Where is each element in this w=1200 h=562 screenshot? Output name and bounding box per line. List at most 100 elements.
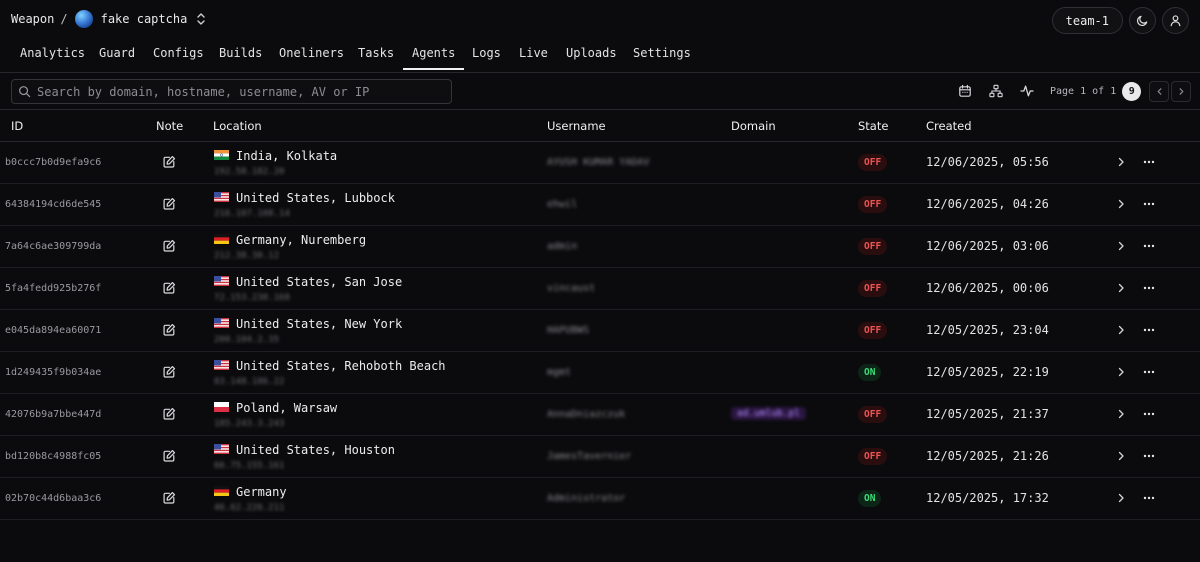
more-options-icon[interactable] [1142, 198, 1156, 210]
tab-live[interactable]: Live [519, 46, 548, 70]
chevron-right-icon[interactable] [1115, 282, 1127, 294]
chevron-up-down-icon[interactable] [195, 12, 207, 26]
agent-id: bd120b8c4988fc05 [5, 451, 102, 462]
column-header-id[interactable]: ID [11, 119, 23, 133]
page-indicator: Page 1 of 1 [1050, 86, 1117, 97]
chevron-right-icon[interactable] [1115, 450, 1127, 462]
breadcrumb-org[interactable]: Weapon [11, 12, 54, 26]
calendar-icon [958, 84, 971, 97]
chevron-right-icon[interactable] [1115, 408, 1127, 420]
table-row[interactable]: 02b70c44d6baa3c6 Germany 46.62.226.211 Admi… [0, 478, 1200, 520]
agent-created: 12/05/2025, 21:37 [926, 407, 1049, 421]
state-badge: OFF [858, 406, 888, 423]
agents-table-body: b0ccc7b0d9efa9c6 India, Kolkata 192.58.182… [0, 142, 1200, 520]
chevron-right-icon[interactable] [1115, 156, 1127, 168]
pagination: Page 1 of 1 9 [1050, 81, 1192, 102]
tab-tasks[interactable]: Tasks [358, 46, 394, 70]
country-flag-icon [214, 234, 229, 244]
state-badge: OFF [858, 322, 888, 339]
more-options-icon[interactable] [1142, 492, 1156, 504]
theme-toggle-button[interactable] [1129, 7, 1156, 34]
moon-icon [1137, 15, 1148, 26]
more-options-icon[interactable] [1142, 366, 1156, 378]
edit-note-icon[interactable] [162, 281, 176, 295]
breadcrumb: Weapon / fake captcha [11, 10, 207, 28]
country-flag-icon [214, 402, 229, 412]
table-row[interactable]: bd120b8c4988fc05 United States, Houston 66… [0, 436, 1200, 478]
project-name[interactable]: fake captcha [101, 12, 188, 26]
chevron-right-icon[interactable] [1115, 492, 1127, 504]
agent-created: 12/06/2025, 04:26 [926, 197, 1049, 211]
agent-username: admin [547, 241, 578, 252]
table-row[interactable]: 1d249435f9b034ae United States, Rehoboth … [0, 352, 1200, 394]
next-page-button[interactable] [1171, 81, 1192, 102]
column-header-note[interactable]: Note [156, 119, 183, 133]
tab-uploads[interactable]: Uploads [566, 46, 617, 70]
edit-note-icon[interactable] [162, 239, 176, 253]
more-options-icon[interactable] [1142, 156, 1156, 168]
edit-note-icon[interactable] [162, 449, 176, 463]
column-header-created[interactable]: Created [926, 119, 972, 133]
chevron-right-icon[interactable] [1115, 198, 1127, 210]
tab-logs[interactable]: Logs [472, 46, 501, 70]
edit-note-icon[interactable] [162, 407, 176, 421]
state-badge: OFF [858, 238, 888, 255]
agent-created: 12/05/2025, 23:04 [926, 323, 1049, 337]
agent-location: United States, Lubbock [236, 191, 395, 205]
agent-location: United States, Rehoboth Beach [236, 359, 446, 373]
edit-note-icon[interactable] [162, 323, 176, 337]
tab-configs[interactable]: Configs [153, 46, 204, 70]
previous-page-button[interactable] [1149, 81, 1170, 102]
chevron-right-icon[interactable] [1115, 366, 1127, 378]
agent-id: b0ccc7b0d9efa9c6 [5, 157, 102, 168]
edit-note-icon[interactable] [162, 197, 176, 211]
column-header-username[interactable]: Username [547, 119, 606, 133]
agent-username: AYUSH KUMAR YADAV [547, 157, 650, 168]
edit-note-icon[interactable] [162, 155, 176, 169]
agent-ip: 216.107.108.14 [214, 209, 290, 219]
top-bar: Weapon / fake captcha team-1 [0, 0, 1200, 40]
agent-ip: 46.62.226.211 [214, 503, 285, 513]
table-row[interactable]: e045da894ea60071 United States, New York 2… [0, 310, 1200, 352]
agent-username: AnnaDniazczuk [547, 409, 626, 420]
tab-oneliners[interactable]: Oneliners [279, 46, 344, 70]
activity-view-button[interactable] [1018, 82, 1035, 99]
search-box[interactable] [11, 79, 452, 104]
more-options-icon[interactable] [1142, 240, 1156, 252]
table-row[interactable]: 7a64c6ae309799da Germany, Nuremberg 212.38… [0, 226, 1200, 268]
more-options-icon[interactable] [1142, 282, 1156, 294]
user-menu-button[interactable] [1162, 7, 1189, 34]
calendar-filter-button[interactable] [956, 82, 973, 99]
agent-username: JamesTavernier [547, 451, 632, 462]
more-options-icon[interactable] [1142, 324, 1156, 336]
results-count-badge: 9 [1122, 82, 1142, 101]
search-input[interactable] [37, 84, 437, 99]
agent-location: Germany, Nuremberg [236, 233, 367, 247]
team-switcher-button[interactable]: team-1 [1051, 7, 1123, 34]
edit-note-icon[interactable] [162, 491, 176, 505]
column-header-location[interactable]: Location [213, 119, 262, 133]
table-row[interactable]: 42076b9a7bbe447d Poland, Warsaw 185.243.3.… [0, 394, 1200, 436]
tab-settings[interactable]: Settings [633, 46, 691, 70]
more-options-icon[interactable] [1142, 450, 1156, 462]
edit-note-icon[interactable] [162, 365, 176, 379]
chevron-right-icon[interactable] [1115, 324, 1127, 336]
tab-guard[interactable]: Guard [99, 46, 135, 70]
chevron-right-icon [1179, 88, 1184, 95]
project-avatar [74, 10, 93, 28]
state-badge: OFF [858, 154, 888, 171]
tab-agents[interactable]: Agents [402, 46, 465, 70]
column-header-domain[interactable]: Domain [731, 119, 776, 133]
tab-analytics[interactable]: Analytics [20, 46, 85, 70]
more-options-icon[interactable] [1142, 408, 1156, 420]
table-row[interactable]: b0ccc7b0d9efa9c6 India, Kolkata 192.58.182… [0, 142, 1200, 184]
table-row[interactable]: 64384194cd6de545 United States, Lubbock 21… [0, 184, 1200, 226]
column-header-state[interactable]: State [858, 119, 888, 133]
tab-builds[interactable]: Builds [219, 46, 262, 70]
table-row[interactable]: 5fa4fedd925b276f United States, San Jose 7… [0, 268, 1200, 310]
agent-created: 12/05/2025, 22:19 [926, 365, 1049, 379]
network-view-button[interactable] [987, 82, 1004, 99]
agent-username: ehwil [547, 199, 578, 210]
chevron-right-icon[interactable] [1115, 240, 1127, 252]
state-badge: ON [858, 364, 882, 381]
